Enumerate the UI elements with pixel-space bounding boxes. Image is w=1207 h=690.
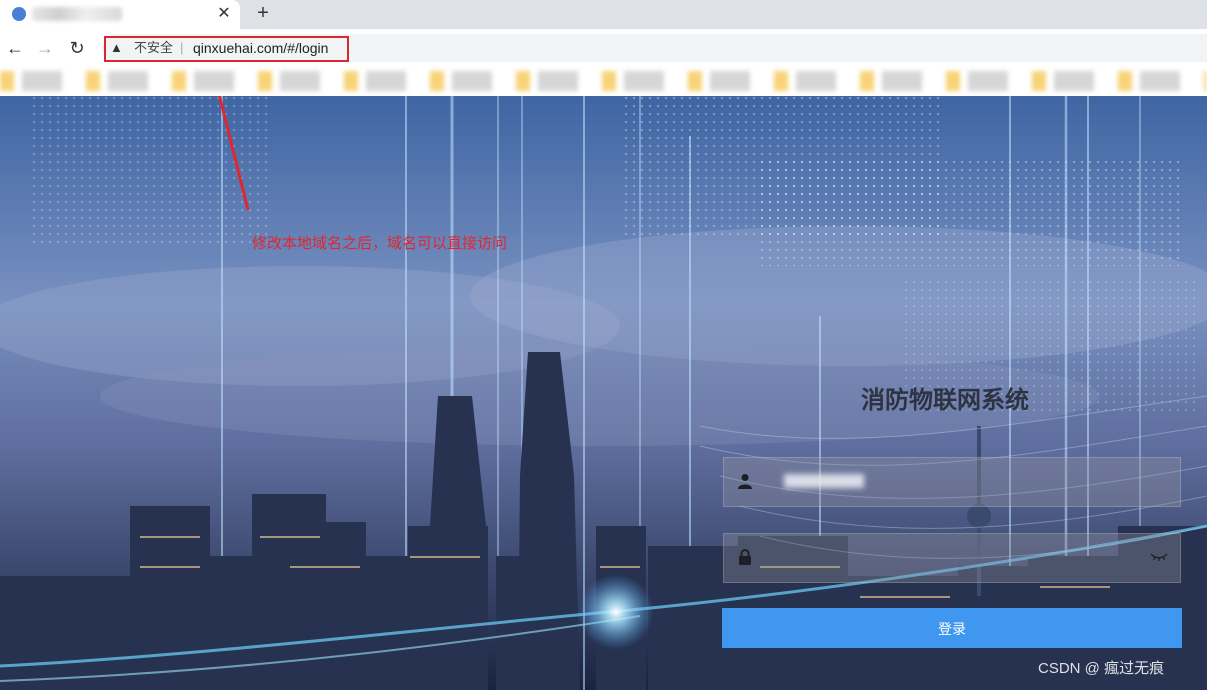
arrow-left-icon: ← <box>6 38 24 58</box>
bookmarks-redacted <box>0 71 1207 91</box>
plus-icon: + <box>257 2 269 24</box>
annotation-text: 修改本地域名之后，域名可以直接访问 <box>252 235 508 252</box>
forward-button[interactable]: → <box>34 37 56 59</box>
reload-icon: ↻ <box>69 38 85 58</box>
eye-closed-icon[interactable] <box>1150 550 1168 566</box>
password-input[interactable] <box>768 542 1138 574</box>
security-label[interactable]: 不安全 <box>134 39 173 57</box>
url-text[interactable]: qinxuehai.com/#/login <box>193 39 328 57</box>
arrow-right-icon: → <box>36 38 54 58</box>
username-input[interactable] <box>768 466 1138 498</box>
warning-triangle-icon[interactable]: ▲ <box>110 41 124 55</box>
new-tab-button[interactable]: + <box>252 2 274 24</box>
tab-title-redacted <box>32 7 122 21</box>
tab-favicon <box>12 7 26 21</box>
browser-tab[interactable]: ✕ <box>0 0 240 29</box>
page-title: 消防物联网系统 <box>861 387 1029 414</box>
username-field[interactable] <box>723 457 1181 507</box>
reload-button[interactable]: ↻ <box>66 37 88 59</box>
login-page: 修改本地域名之后，域名可以直接访问 消防物联网系统 登录 CSDN @ 瘋过无痕 <box>0 96 1207 690</box>
csdn-watermark: CSDN @ 瘋过无痕 <box>1038 660 1165 677</box>
url-separator: | <box>180 40 184 55</box>
bookmarks-bar[interactable] <box>0 66 1207 96</box>
browser-tabstrip: ✕ + <box>0 0 1207 29</box>
back-button[interactable]: ← <box>4 37 26 59</box>
user-icon <box>738 473 756 491</box>
login-button[interactable]: 登录 <box>722 608 1182 648</box>
password-field[interactable] <box>723 533 1181 583</box>
close-icon[interactable]: ✕ <box>214 4 234 24</box>
lock-icon <box>738 549 756 567</box>
